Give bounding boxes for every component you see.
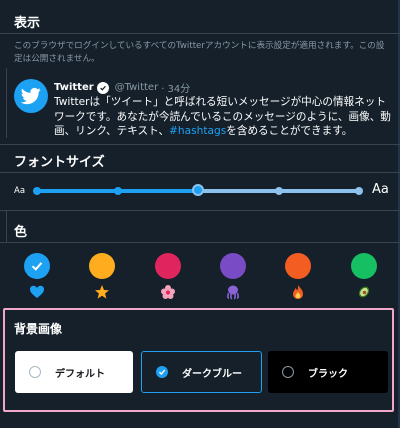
divider: [0, 242, 400, 243]
font-size-title: フォントサイズ: [14, 155, 105, 170]
verified-icon: [96, 81, 109, 94]
display-title: 表示: [14, 16, 41, 31]
avocado-icon: [356, 284, 372, 300]
star-icon: [94, 284, 110, 300]
check-icon: [31, 262, 43, 271]
radio-black[interactable]: [282, 366, 294, 378]
hashtag-link[interactable]: #hashtags: [169, 125, 226, 137]
font-size-large-label: Aa: [372, 182, 389, 197]
background-title: 背景画像: [14, 322, 63, 336]
background-option-label: ダークブルー: [182, 368, 242, 380]
divider: [0, 210, 400, 211]
tweet-time: · 34分: [161, 84, 191, 95]
display-settings-panel: 表示 このブラウザでログインしているすべてのTwitterアカウントに表示設定が…: [0, 0, 400, 428]
tweet-handle: @Twitter: [114, 82, 159, 93]
font-size-small-label: Aa: [14, 186, 26, 196]
background-option-black[interactable]: ブラック: [268, 351, 388, 393]
flower-icon: [160, 284, 176, 300]
octopus-icon: [225, 284, 241, 300]
background-option-label: デフォルト: [55, 368, 105, 380]
preview-rule: [6, 68, 7, 138]
font-size-step[interactable]: [33, 187, 41, 195]
bird-icon: [21, 87, 41, 105]
color-swatch[interactable]: [285, 253, 311, 279]
font-size-slider-knob[interactable]: [192, 184, 204, 196]
tweet-header: Twitter @Twitter · 34分: [54, 80, 190, 95]
color-swatch[interactable]: [155, 253, 181, 279]
tweet-text-end: を含めることができます。: [226, 125, 353, 137]
avatar: [14, 79, 48, 113]
background-option-dark-blue[interactable]: ダークブルー: [141, 351, 262, 393]
font-size-step[interactable]: [113, 187, 122, 195]
background-option-default[interactable]: デフォルト: [15, 351, 133, 393]
tweet-text: Twitterは「ツイート」と呼ばれる短いメッセージが中心の情報ネットワークです…: [54, 95, 394, 139]
color-swatch[interactable]: [220, 253, 246, 279]
display-description: このブラウザでログインしているすべてのTwitterアカウントに表示設定が適用さ…: [14, 41, 385, 64]
tweet-author-name: Twitter: [54, 82, 94, 93]
fire-icon: [290, 284, 306, 300]
divider: [0, 172, 400, 173]
radio-dark-blue[interactable]: [156, 366, 168, 378]
divider: [0, 33, 400, 34]
font-size-step[interactable]: [274, 187, 283, 195]
color-swatch[interactable]: [351, 253, 377, 279]
font-size-step[interactable]: [355, 187, 363, 195]
radio-default[interactable]: [29, 366, 41, 378]
divider: [0, 144, 400, 145]
color-title: 色: [14, 225, 28, 240]
background-option-label: ブラック: [308, 368, 348, 380]
color-rule: [6, 210, 7, 242]
color-swatch[interactable]: [89, 253, 115, 279]
color-swatch[interactable]: [24, 253, 50, 279]
check-icon: [158, 369, 166, 375]
heart-icon: [29, 284, 45, 300]
